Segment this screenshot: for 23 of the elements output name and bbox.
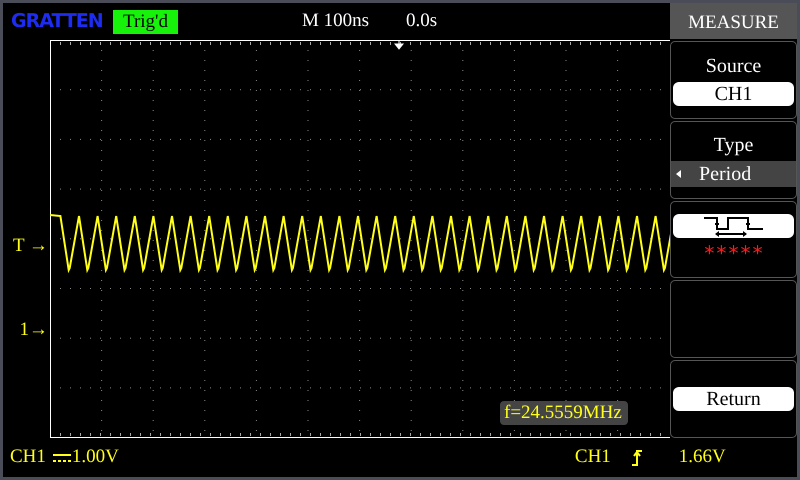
channel-label: CH1 [10,445,46,470]
frequency-readout: f=24.5559MHz [500,401,628,425]
source-option[interactable]: CH1 [673,82,794,106]
channel-marker: 1→ [20,320,48,340]
trigger-status: Trig'd [113,10,178,34]
type-option[interactable]: Period [671,160,796,187]
dc-coupling-icon [52,452,71,464]
pulse-period-icon [702,215,764,238]
left-arrow-icon [675,168,683,179]
trigger-source: CH1 [574,445,611,470]
trigger-level: 1.66V [678,445,726,470]
rising-edge-icon [630,448,643,466]
measurement-value: ***** [702,242,765,264]
trigger-position-readout: 0.0s [406,9,438,34]
volts-per-div: 1.00V [72,445,119,470]
brand-logo: GRATTEN [11,9,104,34]
return-button[interactable]: Return [673,387,794,412]
trigger-level-marker: T → [12,236,48,256]
timebase-readout: M 100ns [302,9,370,34]
menu-label: Type [712,132,754,157]
menu-title: MEASURE [670,3,797,39]
trigger-position-icon [394,40,405,50]
menu-label: Source [704,54,762,78]
